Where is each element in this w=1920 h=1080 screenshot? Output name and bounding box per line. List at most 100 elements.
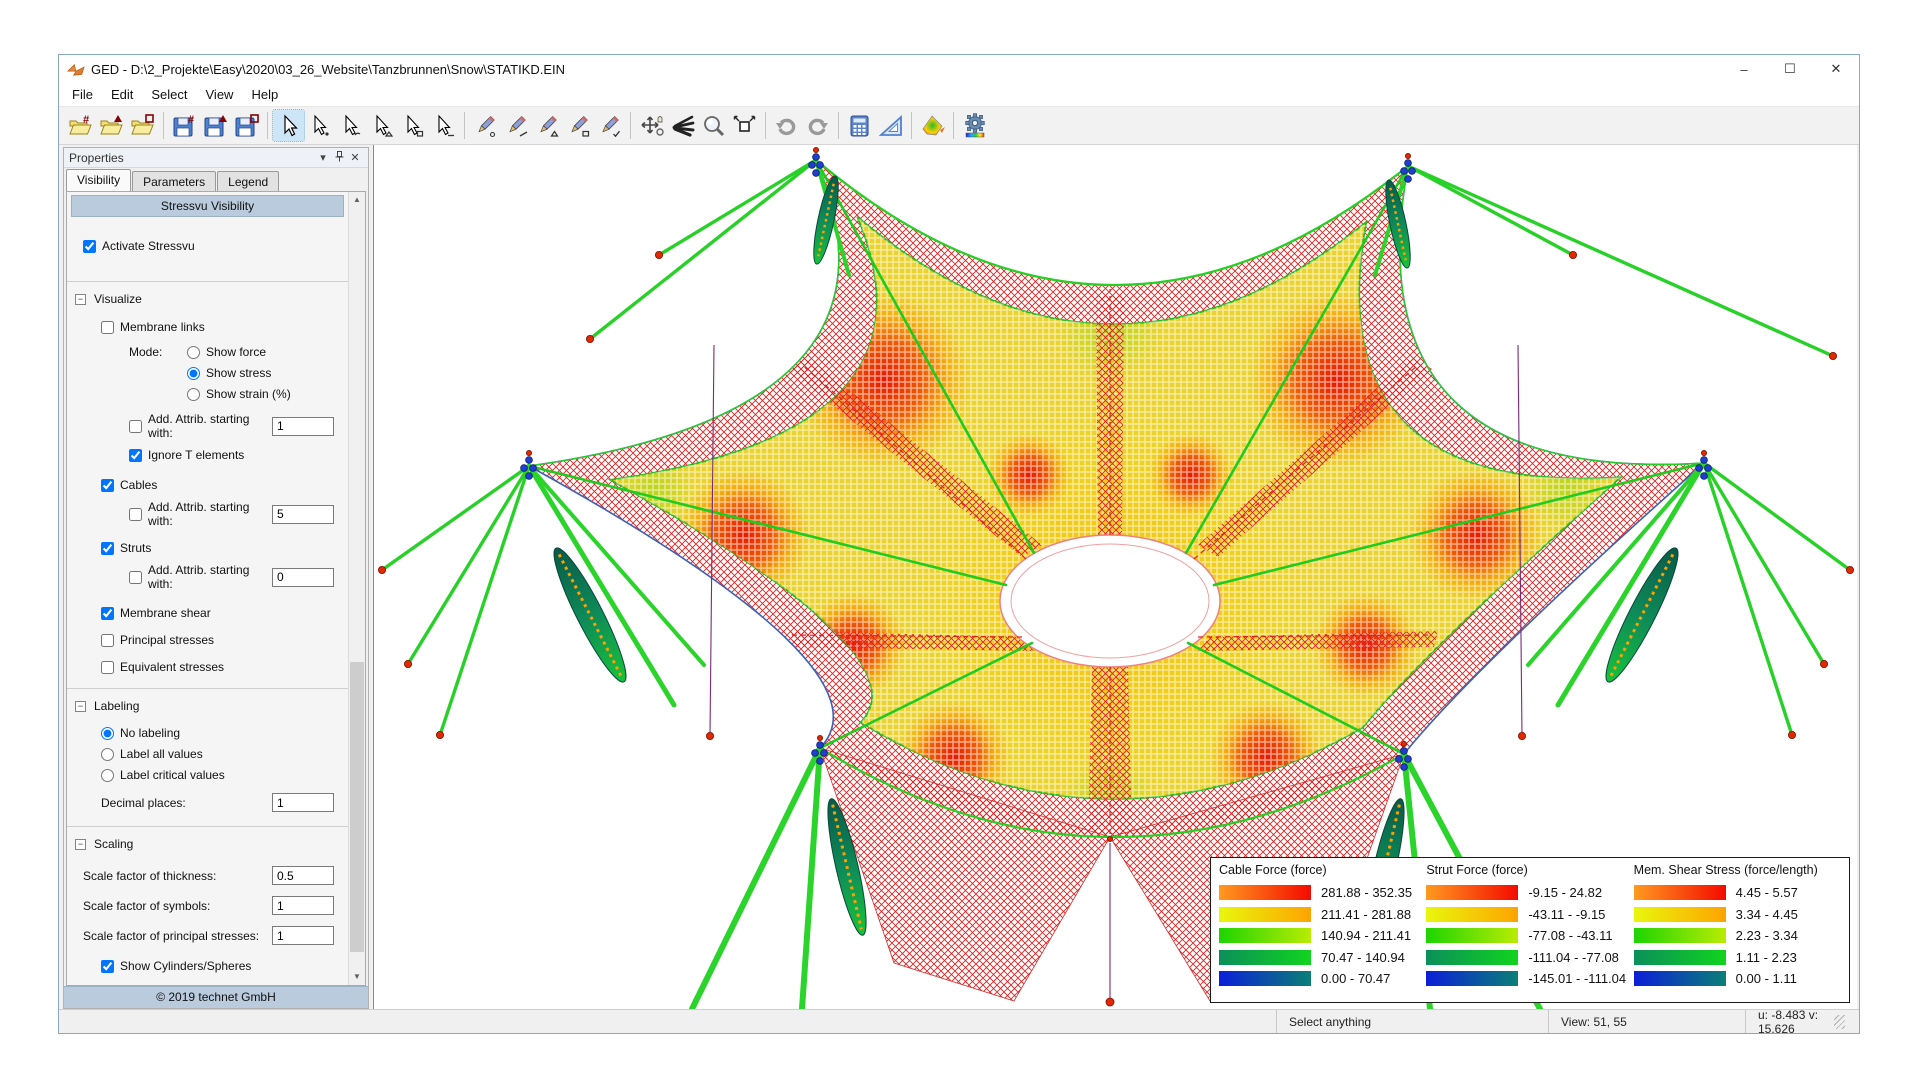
open-grid-button[interactable]: # bbox=[65, 110, 96, 141]
select-line-cursor-button[interactable] bbox=[335, 110, 366, 141]
save-floppy-triangle-icon bbox=[203, 114, 228, 138]
draw-point-button[interactable] bbox=[470, 110, 501, 141]
draw-check-button[interactable] bbox=[594, 110, 625, 141]
cables-checkbox[interactable] bbox=[101, 479, 114, 492]
add-attrib-checkbox-1[interactable] bbox=[129, 420, 142, 433]
add-attrib-checkbox-2[interactable] bbox=[129, 508, 142, 521]
pencil-check-icon bbox=[597, 114, 622, 138]
legend-row: -9.15 - 24.82 bbox=[1426, 882, 1627, 904]
scale-principal-label: Scale factor of principal stresses: bbox=[83, 929, 259, 943]
menu-select[interactable]: Select bbox=[142, 84, 196, 105]
show-cylinders-row[interactable]: Show Cylinders/Spheres bbox=[101, 959, 348, 973]
panel-caption[interactable]: Properties ▾ ✕ bbox=[64, 148, 368, 168]
draw-rectangle-button[interactable] bbox=[563, 110, 594, 141]
no-labeling-label: No labeling bbox=[120, 726, 180, 740]
color-swatch bbox=[1219, 971, 1311, 986]
save-square-button[interactable] bbox=[231, 110, 262, 141]
decimal-places-label: Decimal places: bbox=[101, 796, 186, 810]
maximize-button[interactable]: ☐ bbox=[1767, 55, 1813, 83]
section-visualize[interactable]: − Visualize bbox=[75, 292, 348, 306]
pin-icon[interactable] bbox=[331, 151, 347, 165]
model-viewport[interactable]: Cable Force (force) 281.88 - 352.35 211.… bbox=[373, 145, 1857, 1009]
status-uv-coordinates: u: -8.483 v: 15.626 bbox=[1745, 1010, 1859, 1033]
add-attrib-input-1[interactable] bbox=[272, 417, 334, 436]
minimize-button[interactable]: – bbox=[1721, 55, 1767, 83]
select-mesh-cursor-button[interactable] bbox=[366, 110, 397, 141]
save-grid-button[interactable]: # bbox=[169, 110, 200, 141]
calculator-button[interactable] bbox=[844, 110, 875, 141]
collapse-icon[interactable]: − bbox=[75, 701, 86, 712]
open-triangle-button[interactable] bbox=[96, 110, 127, 141]
membrane-shear-checkbox[interactable] bbox=[101, 607, 114, 620]
activate-stressvu-checkbox[interactable] bbox=[83, 240, 96, 253]
panel-scrollbar[interactable]: ▲ ▼ bbox=[348, 192, 365, 985]
activate-stressvu-row[interactable]: Activate Stressvu bbox=[83, 239, 348, 253]
save-triangle-button[interactable] bbox=[200, 110, 231, 141]
tab-legend[interactable]: Legend bbox=[217, 171, 279, 191]
struts-checkbox[interactable] bbox=[101, 542, 114, 555]
settings-gear-button[interactable] bbox=[959, 110, 990, 141]
no-labeling-row[interactable]: No labeling bbox=[101, 726, 348, 740]
decimal-places-input[interactable] bbox=[272, 793, 334, 812]
cables-row[interactable]: Cables bbox=[101, 478, 348, 492]
principal-stresses-checkbox[interactable] bbox=[101, 634, 114, 647]
draw-line-button[interactable] bbox=[501, 110, 532, 141]
show-force-radio[interactable] bbox=[187, 346, 200, 359]
scrollbar-thumb[interactable] bbox=[350, 662, 364, 952]
label-all-row[interactable]: Label all values bbox=[101, 747, 348, 761]
redo-button[interactable] bbox=[802, 110, 833, 141]
open-square-button[interactable] bbox=[127, 110, 158, 141]
label-critical-radio[interactable] bbox=[101, 769, 114, 782]
orbit-view-button[interactable] bbox=[636, 110, 667, 141]
section-labeling[interactable]: − Labeling bbox=[75, 699, 348, 713]
close-button[interactable]: ✕ bbox=[1813, 55, 1859, 83]
undo-button[interactable] bbox=[771, 110, 802, 141]
show-strain-radio[interactable] bbox=[187, 388, 200, 401]
struts-row[interactable]: Struts bbox=[101, 541, 348, 555]
show-cylinders-checkbox[interactable] bbox=[101, 960, 114, 973]
menu-edit[interactable]: Edit bbox=[102, 84, 142, 105]
scroll-up-icon[interactable]: ▲ bbox=[349, 192, 365, 208]
scale-symbols-input[interactable] bbox=[272, 896, 334, 915]
scroll-down-icon[interactable]: ▼ bbox=[349, 969, 365, 985]
collapse-icon[interactable]: − bbox=[75, 294, 86, 305]
membrane-view-button[interactable] bbox=[917, 110, 948, 141]
tab-parameters[interactable]: Parameters bbox=[132, 171, 216, 191]
membrane-shear-row[interactable]: Membrane shear bbox=[101, 606, 348, 620]
menu-view[interactable]: View bbox=[197, 84, 243, 105]
ray-trace-view-button[interactable] bbox=[667, 110, 698, 141]
show-stress-radio[interactable] bbox=[187, 367, 200, 380]
collapse-icon[interactable]: − bbox=[75, 839, 86, 850]
chevron-down-icon[interactable]: ▾ bbox=[315, 151, 331, 164]
add-attrib-input-3[interactable] bbox=[272, 568, 334, 587]
no-labeling-radio[interactable] bbox=[101, 727, 114, 740]
section-scaling[interactable]: − Scaling bbox=[75, 837, 348, 851]
scale-thickness-input[interactable] bbox=[272, 866, 334, 885]
mode-row-strain: Show strain (%) bbox=[129, 387, 348, 401]
select-area-cursor-button[interactable] bbox=[397, 110, 428, 141]
resize-grip[interactable] bbox=[1834, 1015, 1845, 1029]
add-attrib-input-2[interactable] bbox=[272, 505, 334, 524]
ignore-t-row[interactable]: Ignore T elements bbox=[129, 448, 348, 462]
membrane-links-row[interactable]: Membrane links bbox=[101, 320, 348, 334]
principal-stresses-row[interactable]: Principal stresses bbox=[101, 633, 348, 647]
add-attrib-checkbox-3[interactable] bbox=[129, 571, 142, 584]
select-element-cursor-button[interactable] bbox=[428, 110, 459, 141]
set-square-button[interactable] bbox=[875, 110, 906, 141]
membrane-links-checkbox[interactable] bbox=[101, 321, 114, 334]
close-panel-icon[interactable]: ✕ bbox=[347, 151, 363, 164]
menu-help[interactable]: Help bbox=[242, 84, 287, 105]
zoom-button[interactable] bbox=[698, 110, 729, 141]
menu-file[interactable]: File bbox=[63, 84, 102, 105]
equivalent-stresses-checkbox[interactable] bbox=[101, 661, 114, 674]
scale-principal-input[interactable] bbox=[272, 926, 334, 945]
draw-triangle-button[interactable] bbox=[532, 110, 563, 141]
select-point-cursor-button[interactable] bbox=[304, 110, 335, 141]
equivalent-stresses-row[interactable]: Equivalent stresses bbox=[101, 660, 348, 674]
label-critical-row[interactable]: Label critical values bbox=[101, 768, 348, 782]
ignore-t-checkbox[interactable] bbox=[129, 449, 142, 462]
label-all-radio[interactable] bbox=[101, 748, 114, 761]
zoom-fit-button[interactable] bbox=[729, 110, 760, 141]
tab-visibility[interactable]: Visibility bbox=[66, 169, 131, 191]
select-cursor-button[interactable] bbox=[273, 110, 304, 141]
